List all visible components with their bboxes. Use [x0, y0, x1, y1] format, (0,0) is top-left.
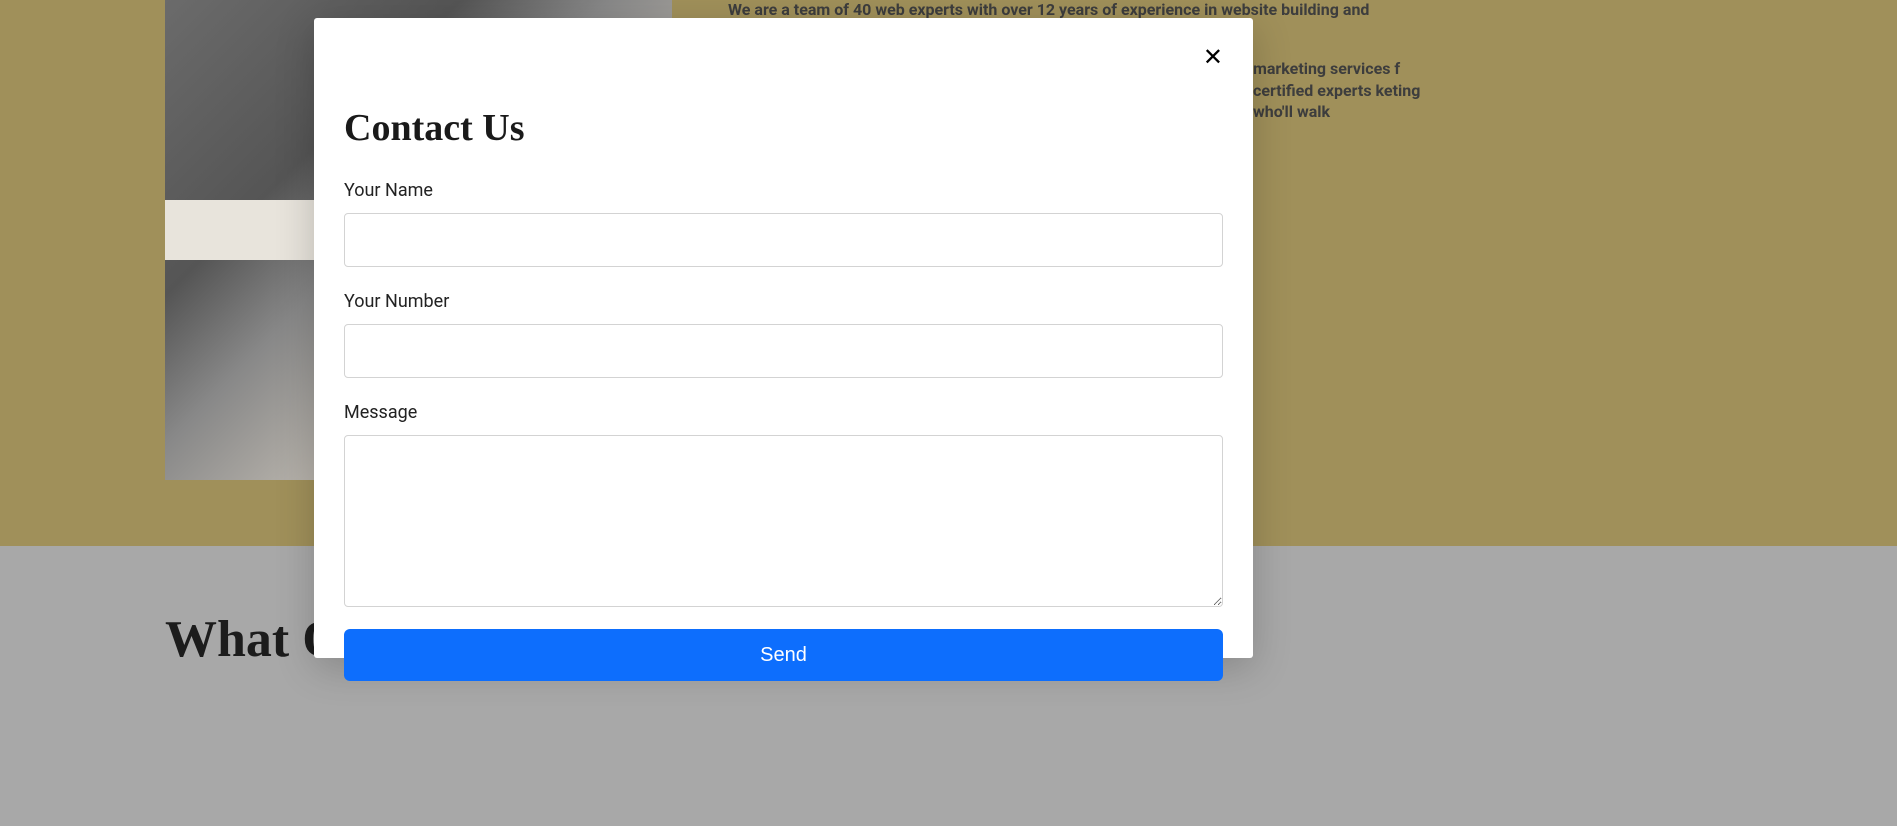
message-label: Message: [344, 402, 1223, 423]
name-input[interactable]: [344, 213, 1223, 267]
mission-text-fragment: marketing services f certified experts k…: [1253, 58, 1423, 123]
name-label: Your Name: [344, 180, 1223, 201]
send-button[interactable]: Send: [344, 629, 1223, 681]
close-icon[interactable]: ✕: [1203, 46, 1223, 70]
message-textarea[interactable]: [344, 435, 1223, 607]
number-input[interactable]: [344, 324, 1223, 378]
modal-title: Contact Us: [344, 106, 1223, 150]
contact-modal: ✕ Contact Us Your Name Your Number Messa…: [314, 18, 1253, 658]
number-label: Your Number: [344, 291, 1223, 312]
